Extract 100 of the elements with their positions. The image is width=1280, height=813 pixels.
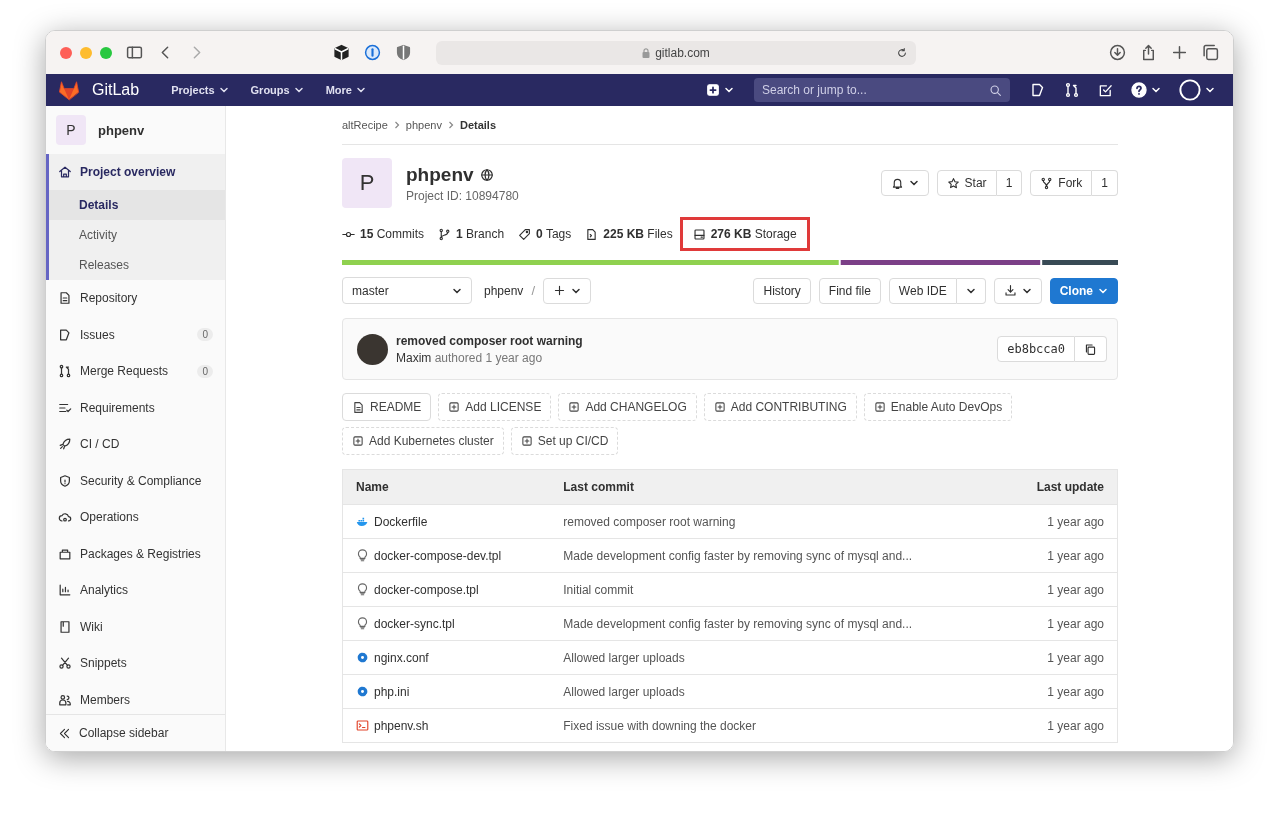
notification-dropdown[interactable] (880, 170, 929, 196)
checkbox-icon (1098, 82, 1113, 98)
lightbulb-icon (356, 583, 369, 596)
sidebar-item[interactable]: CI / CD (46, 426, 225, 463)
commit-title[interactable]: removed composer root warning (396, 333, 583, 348)
chevron-down-icon (1205, 85, 1215, 95)
commit-message-cell: Allowed larger uploads (550, 640, 1004, 675)
home-icon (58, 165, 72, 179)
storage-icon (692, 227, 706, 241)
stat-link[interactable]: 276 KB Storage (682, 220, 807, 248)
plus-square-icon (448, 401, 461, 413)
fork-count[interactable]: 1 (1092, 170, 1118, 196)
quick-action-button[interactable]: Set up CI/CD (510, 427, 619, 455)
sidebar-item[interactable]: Members (46, 681, 225, 714)
sidebar-subitem[interactable]: Details (49, 190, 225, 220)
share-icon (1140, 44, 1157, 61)
breadcrumb-link[interactable]: altRecipe (342, 119, 388, 131)
copy-button[interactable] (1075, 336, 1107, 362)
plus-square-icon (520, 435, 533, 447)
plus-square-icon (568, 401, 581, 413)
stat-link[interactable]: 15 Commits (342, 227, 425, 241)
toolbar-button[interactable]: History (753, 277, 811, 304)
star-count[interactable]: 1 (996, 170, 1023, 196)
sidebar-item[interactable]: Issues 0 (46, 316, 225, 353)
merge-request-icon (58, 364, 72, 379)
book-icon (58, 619, 72, 634)
sidebar-item[interactable]: Requirements (46, 389, 225, 426)
sidebar-item[interactable]: Security & Compliance (46, 462, 225, 499)
sidebar-item[interactable]: Project overview (49, 154, 225, 190)
fork-icon (1040, 176, 1054, 190)
commit-message-cell: Made development config faster by removing sync of mysql and... (550, 606, 1004, 641)
sidebar-item[interactable]: Snippets (46, 645, 225, 682)
quick-action-button[interactable]: Add Kubernetes cluster (342, 427, 504, 455)
stat-link[interactable]: 225 KB Files (585, 227, 673, 241)
quick-action-button[interactable]: Add LICENSE (438, 393, 552, 421)
issues-icon (1030, 82, 1046, 98)
commit-message-cell: Fixed issue with downing the docker (550, 708, 1004, 743)
sidebar-item[interactable]: Wiki (46, 608, 225, 645)
last-update-cell: 1 year ago (1003, 708, 1118, 743)
document-icon (352, 400, 365, 414)
sidebar-subitem[interactable]: Activity (49, 220, 225, 250)
nav-menu[interactable]: Groups (242, 80, 312, 100)
stat-link[interactable]: 0 Tags (518, 227, 572, 241)
project-id: Project ID: 10894780 (406, 188, 519, 203)
address-bar[interactable]: gitlab.com (436, 40, 916, 65)
path-link[interactable]: phpenv (484, 283, 524, 298)
fork-button[interactable]: Fork (1030, 170, 1093, 196)
path-separator: / (531, 283, 535, 298)
cloud-icon (58, 510, 72, 525)
sidebar-item[interactable]: Merge Requests 0 (46, 353, 225, 390)
file-link[interactable]: docker-compose-dev.tpl (356, 548, 538, 563)
quick-action-button[interactable]: README (342, 393, 432, 421)
commit-message-cell: Initial commit (550, 572, 1004, 607)
chevron-down-icon (355, 85, 366, 95)
sidebar-item[interactable]: Packages & Registries (46, 535, 225, 572)
sidebar-item[interactable]: Analytics (46, 572, 225, 609)
count-badge: 0 (197, 328, 213, 342)
nav-menu[interactable]: More (317, 80, 374, 100)
web-ide-button[interactable]: Web IDE (888, 277, 957, 304)
chevron-down-icon (218, 85, 229, 95)
project-name[interactable]: phpenv (98, 122, 145, 138)
branch-dropdown[interactable]: master (342, 277, 472, 304)
file-link[interactable]: phpenv.sh (356, 718, 538, 733)
plus-icon (1171, 44, 1188, 61)
clone-button[interactable]: Clone (1049, 277, 1118, 304)
star-button[interactable]: Star (936, 170, 997, 196)
quick-action-button[interactable]: Add CONTRIBUTING (703, 393, 857, 421)
author-avatar (357, 333, 388, 365)
file-link[interactable]: php.ini (356, 684, 538, 699)
shield-icon (395, 44, 412, 61)
commit-message-cell: Allowed larger uploads (550, 674, 1004, 709)
nav-menu[interactable]: Projects (163, 80, 237, 100)
file-link[interactable]: nginx.conf (356, 650, 538, 665)
search-field[interactable]: Search or jump to... (754, 78, 1010, 102)
breadcrumb-link[interactable]: Details (459, 119, 497, 131)
quick-action-button[interactable]: Add CHANGELOG (558, 393, 697, 421)
file-link[interactable]: docker-compose.tpl (356, 582, 538, 597)
star-icon (946, 176, 960, 190)
add-dropdown[interactable] (543, 277, 591, 304)
brand-name[interactable]: GitLab (92, 81, 140, 99)
close-window-button[interactable] (60, 46, 72, 59)
file-link[interactable]: Dockerfile (356, 514, 538, 529)
chevron-right-icon (393, 121, 400, 129)
quick-action-button[interactable]: Enable Auto DevOps (863, 393, 1013, 421)
whale-icon (356, 515, 369, 528)
sidebar-subitem[interactable]: Releases (49, 250, 225, 280)
column-header: Last update (1003, 469, 1118, 505)
bell-icon (890, 176, 904, 190)
toolbar-button[interactable]: Find file (818, 277, 881, 304)
last-update-cell: 1 year ago (1003, 674, 1118, 709)
count-badge: 0 (197, 364, 213, 378)
download-dropdown[interactable] (993, 277, 1042, 304)
breadcrumb-link[interactable]: phpenv (405, 119, 442, 131)
collapse-sidebar-button[interactable]: Collapse sidebar (46, 714, 225, 751)
commit-sha[interactable]: eb8bcca0 (997, 336, 1075, 362)
scissors-icon (58, 656, 72, 671)
sidebar-item[interactable]: Repository (46, 280, 225, 317)
file-link[interactable]: docker-sync.tpl (356, 616, 538, 631)
stat-link[interactable]: 1 Branch (438, 227, 505, 241)
sidebar-item[interactable]: Operations (46, 499, 225, 536)
